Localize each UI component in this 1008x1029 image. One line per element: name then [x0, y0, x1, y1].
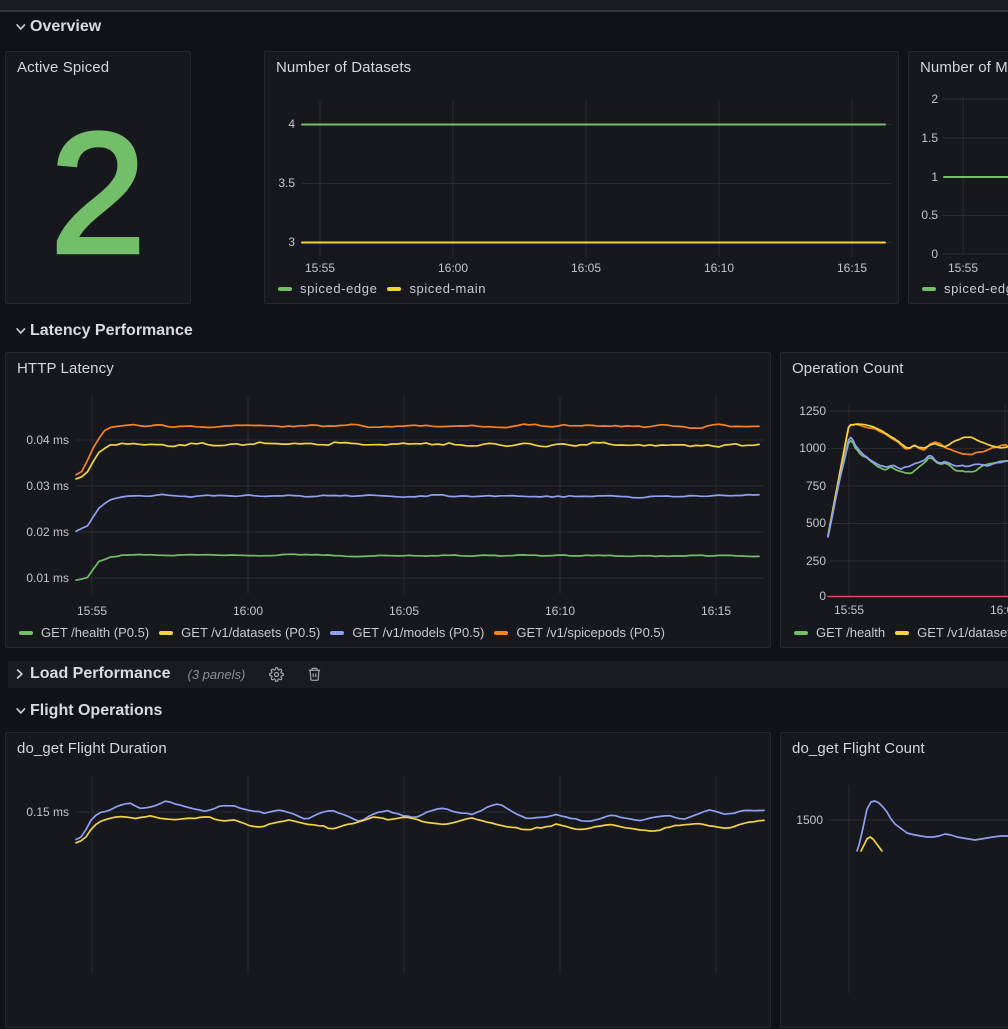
svg-text:1.5: 1.5 — [921, 131, 938, 145]
svg-text:1000: 1000 — [799, 441, 826, 455]
svg-text:16:05: 16:05 — [389, 604, 419, 618]
svg-text:16:15: 16:15 — [701, 604, 731, 618]
svg-text:16:00: 16:00 — [990, 603, 1008, 617]
svg-text:16:10: 16:10 — [545, 604, 575, 618]
svg-text:0.04 ms: 0.04 ms — [26, 433, 69, 447]
svg-text:3: 3 — [288, 235, 295, 249]
svg-text:16:10: 16:10 — [704, 261, 734, 275]
svg-text:15:55: 15:55 — [948, 261, 978, 275]
svg-text:1250: 1250 — [799, 404, 826, 418]
svg-text:250: 250 — [806, 554, 826, 568]
svg-text:0: 0 — [931, 247, 938, 261]
svg-text:16:05: 16:05 — [571, 261, 601, 275]
svg-text:16:15: 16:15 — [837, 261, 867, 275]
svg-text:0.15 ms: 0.15 ms — [26, 805, 69, 819]
svg-text:16:00: 16:00 — [438, 261, 468, 275]
svg-text:15:55: 15:55 — [77, 604, 107, 618]
svg-text:0: 0 — [819, 589, 826, 603]
svg-text:0.01 ms: 0.01 ms — [26, 571, 69, 585]
svg-text:750: 750 — [806, 479, 826, 493]
svg-text:15:55: 15:55 — [834, 603, 864, 617]
svg-text:1: 1 — [931, 170, 938, 184]
svg-text:4: 4 — [288, 117, 295, 131]
svg-text:500: 500 — [806, 516, 826, 530]
svg-text:0.02 ms: 0.02 ms — [26, 525, 69, 539]
svg-text:16:00: 16:00 — [233, 604, 263, 618]
svg-text:15:55: 15:55 — [305, 261, 335, 275]
svg-text:1500: 1500 — [796, 813, 823, 827]
svg-text:0.03 ms: 0.03 ms — [26, 479, 69, 493]
svg-text:0.5: 0.5 — [921, 208, 938, 222]
svg-text:3.5: 3.5 — [278, 176, 295, 190]
svg-text:2: 2 — [931, 92, 938, 106]
